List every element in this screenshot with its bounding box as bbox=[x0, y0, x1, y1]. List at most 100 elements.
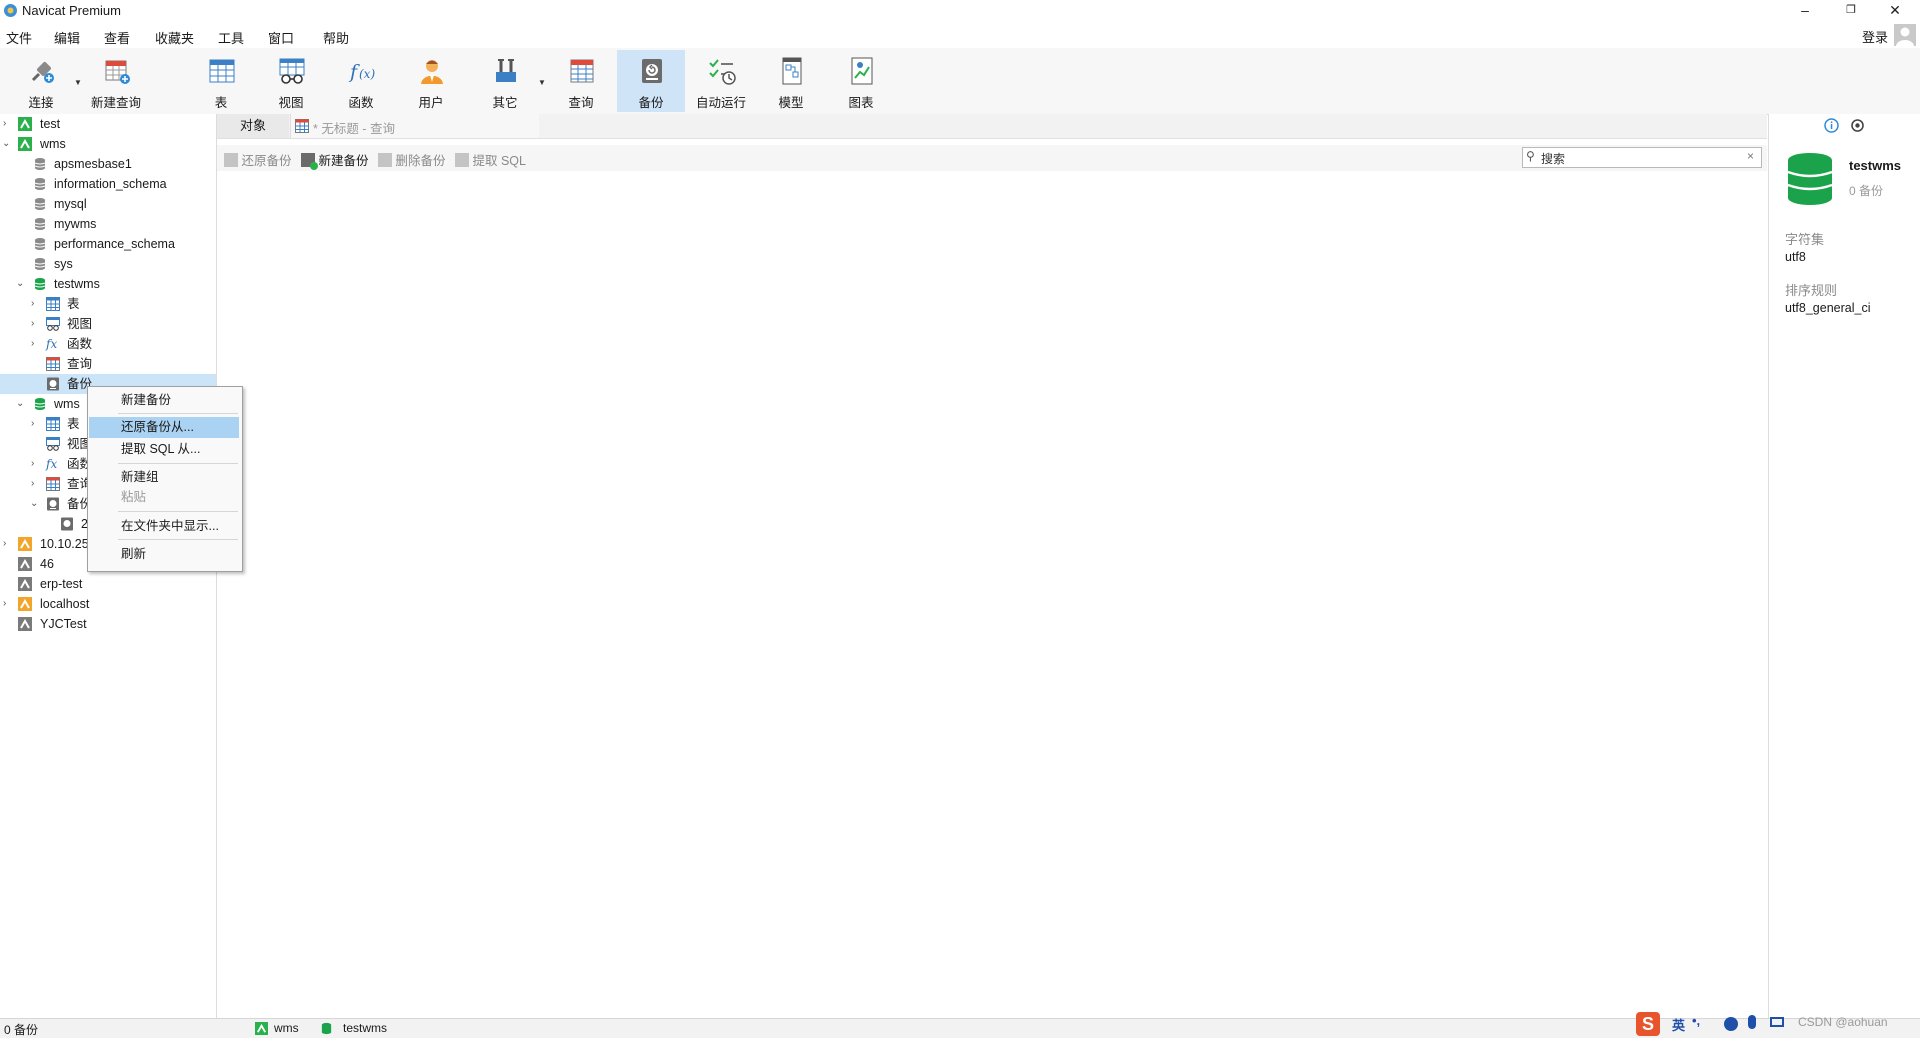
tree-label: erp-test bbox=[40, 577, 83, 591]
tree-item-tw-queries[interactable]: 查询 bbox=[0, 354, 216, 374]
close-button[interactable]: ✕ bbox=[1872, 0, 1918, 22]
view-button[interactable]: 视图 bbox=[257, 50, 325, 112]
expand-arrow-icon[interactable]: › bbox=[31, 334, 41, 354]
tree-item-sys[interactable]: sys bbox=[0, 254, 216, 274]
database-icon bbox=[33, 157, 47, 171]
tree-item-localhost[interactable]: › localhost bbox=[0, 594, 216, 614]
user-label: 用户 bbox=[418, 96, 444, 110]
expand-arrow-icon[interactable]: › bbox=[31, 474, 41, 494]
backup-list-area[interactable] bbox=[217, 172, 1767, 1017]
menu-paste[interactable]: 粘贴 bbox=[89, 487, 239, 508]
tree-item-mysql[interactable]: mysql bbox=[0, 194, 216, 214]
user-button[interactable]: 用户 bbox=[397, 50, 465, 112]
tree-item-wms[interactable]: ⌄ wms bbox=[0, 134, 216, 154]
new-backup-button[interactable]: 新建备份 bbox=[301, 150, 369, 170]
tree-item-erp-test[interactable]: erp-test bbox=[0, 574, 216, 594]
collapse-arrow-icon[interactable]: ⌄ bbox=[30, 494, 40, 514]
collapse-arrow-icon[interactable]: ⌄ bbox=[16, 394, 26, 414]
emoji-icon[interactable] bbox=[1724, 1017, 1738, 1031]
extract-sql-button[interactable]: 提取 SQL bbox=[455, 150, 526, 169]
menu-window[interactable]: 窗口 bbox=[268, 28, 294, 47]
expand-arrow-icon[interactable]: › bbox=[3, 114, 13, 134]
tree-item-mywms[interactable]: mywms bbox=[0, 214, 216, 234]
expand-arrow-icon[interactable]: › bbox=[3, 534, 13, 554]
view-icon bbox=[279, 58, 305, 84]
restore-backup-button[interactable]: 还原备份 bbox=[224, 150, 292, 169]
table-button[interactable]: 表 bbox=[187, 50, 255, 112]
new-backup-icon bbox=[301, 153, 318, 170]
menu-favorites[interactable]: 收藏夹 bbox=[155, 28, 194, 47]
tree-item-test[interactable]: › test bbox=[0, 114, 216, 134]
new-query-label: 新建查询 bbox=[90, 96, 141, 110]
connection-icon bbox=[18, 537, 32, 551]
ime-punct[interactable]: •, bbox=[1692, 1013, 1700, 1028]
automation-button[interactable]: 自动运行 bbox=[687, 50, 755, 112]
menu-restore-backup-from[interactable]: 还原备份从... bbox=[89, 417, 239, 438]
microphone-icon[interactable] bbox=[1748, 1015, 1756, 1029]
info-backup-count: 0 备份 bbox=[1849, 184, 1884, 198]
tree-item-testwms[interactable]: ⌄ testwms bbox=[0, 274, 216, 294]
function-button[interactable]: f (x) 函数 bbox=[327, 50, 395, 112]
menu-extract-sql-from[interactable]: 提取 SQL 从... bbox=[89, 439, 239, 460]
restore-button[interactable]: ❐ bbox=[1828, 0, 1874, 22]
menu-new-backup[interactable]: 新建备份 bbox=[89, 390, 239, 411]
backup-file-icon bbox=[60, 517, 74, 531]
minimize-button[interactable]: – bbox=[1782, 0, 1828, 22]
delete-backup-button[interactable]: 删除备份 bbox=[378, 150, 446, 169]
clear-search-icon[interactable]: × bbox=[1747, 149, 1754, 163]
menu-edit[interactable]: 编辑 bbox=[54, 28, 80, 47]
collapse-arrow-icon[interactable]: ⌄ bbox=[2, 134, 12, 154]
query-button[interactable]: 查询 bbox=[547, 50, 615, 112]
backup-button[interactable]: 备份 bbox=[617, 50, 685, 112]
database-icon bbox=[33, 197, 47, 211]
menu-refresh[interactable]: 刷新 bbox=[89, 544, 239, 565]
menu-help[interactable]: 帮助 bbox=[323, 28, 349, 47]
other-button[interactable]: 其它 bbox=[471, 50, 539, 112]
info-icon[interactable] bbox=[1824, 118, 1839, 133]
other-dropdown-icon[interactable]: ▼ bbox=[538, 78, 546, 87]
view-icon bbox=[46, 437, 60, 451]
expand-arrow-icon[interactable]: › bbox=[31, 294, 41, 314]
menu-new-group[interactable]: 新建组 bbox=[89, 467, 239, 488]
expand-arrow-icon[interactable]: › bbox=[31, 414, 41, 434]
tree-item-tw-tables[interactable]: › 表 bbox=[0, 294, 216, 314]
tree-item-tw-functions[interactable]: › fx 函数 bbox=[0, 334, 216, 354]
connect-dropdown-icon[interactable]: ▼ bbox=[74, 78, 82, 87]
collapse-arrow-icon[interactable]: ⌄ bbox=[16, 274, 26, 294]
tree-label: apsmesbase1 bbox=[54, 157, 132, 171]
plug-icon bbox=[31, 62, 54, 83]
tree-item-information-schema[interactable]: information_schema bbox=[0, 174, 216, 194]
new-query-button[interactable]: 新建查询 bbox=[82, 50, 150, 112]
tab-untitled-query[interactable]: * 无标题 - 查询 bbox=[290, 114, 539, 138]
ime-language[interactable]: 英 bbox=[1672, 1015, 1685, 1034]
preview-eye-icon[interactable] bbox=[1850, 118, 1865, 133]
connect-button[interactable]: 连接 bbox=[7, 50, 75, 112]
expand-arrow-icon[interactable]: › bbox=[3, 594, 13, 614]
menu-show-in-folder[interactable]: 在文件夹中显示... bbox=[89, 516, 239, 537]
search-input[interactable]: ⚲ 搜索 × bbox=[1522, 147, 1762, 168]
sogou-s-icon[interactable]: S bbox=[1636, 1012, 1660, 1036]
menu-separator bbox=[118, 539, 238, 540]
login-link[interactable]: 登录 bbox=[1862, 27, 1888, 46]
database-icon bbox=[320, 1022, 333, 1035]
chart-button[interactable]: 图表 bbox=[827, 50, 895, 112]
expand-arrow-icon[interactable]: › bbox=[31, 314, 41, 334]
tree-item-apsmesbase1[interactable]: apsmesbase1 bbox=[0, 154, 216, 174]
mysql-connection-icon bbox=[255, 1022, 268, 1035]
avatar[interactable] bbox=[1894, 24, 1916, 46]
expand-arrow-icon[interactable]: › bbox=[31, 454, 41, 474]
tree-item-tw-views[interactable]: › 视图 bbox=[0, 314, 216, 334]
automation-label: 自动运行 bbox=[695, 96, 746, 110]
keyboard-icon[interactable] bbox=[1770, 1017, 1784, 1027]
delete-backup-label: 删除备份 bbox=[395, 154, 446, 168]
menu-view[interactable]: 查看 bbox=[104, 28, 130, 47]
tree-item-yjctest[interactable]: YJCTest bbox=[0, 614, 216, 634]
connection-icon bbox=[18, 617, 32, 631]
tab-objects[interactable]: 对象 bbox=[217, 114, 289, 138]
tree-label: testwms bbox=[54, 277, 100, 291]
model-button[interactable]: 模型 bbox=[757, 50, 825, 112]
menu-tools[interactable]: 工具 bbox=[218, 28, 244, 47]
tree-item-performance-schema[interactable]: performance_schema bbox=[0, 234, 216, 254]
title-bar bbox=[0, 0, 1920, 22]
menu-file[interactable]: 文件 bbox=[6, 28, 32, 47]
